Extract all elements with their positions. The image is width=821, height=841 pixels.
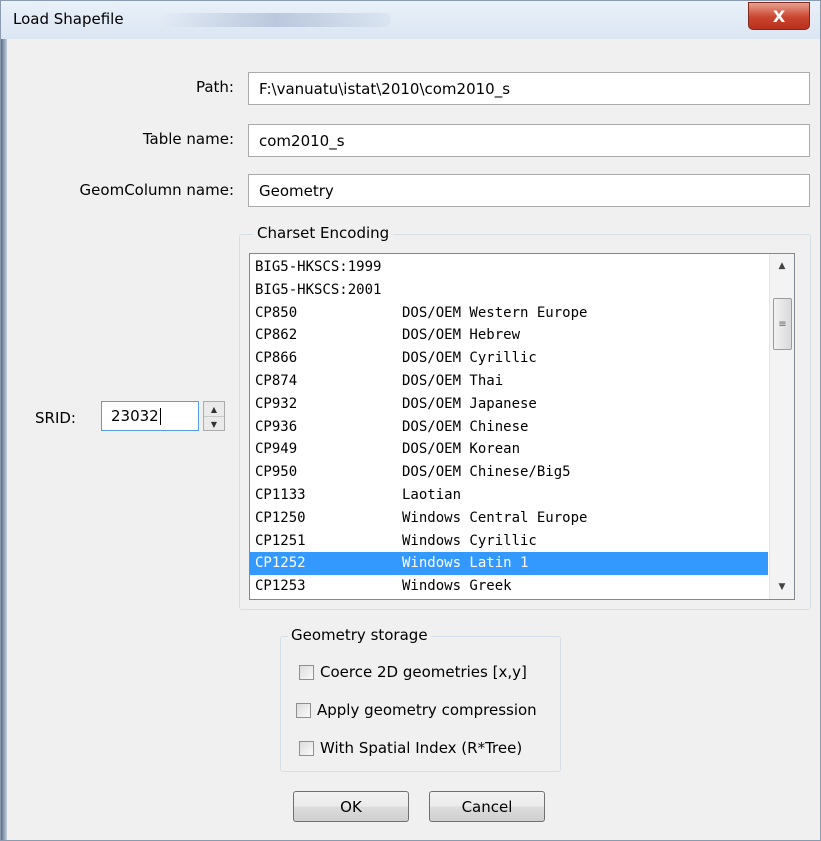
charset-code: CP949 (255, 441, 298, 458)
charset-code: BIG5-HKSCS:2001 (255, 281, 382, 298)
spatial-index-checkbox[interactable] (299, 740, 314, 756)
charset-code: CP936 (255, 418, 298, 435)
charset-description: DOS/OEM Hebrew (402, 327, 521, 344)
charset-description: DOS/OEM Chinese (402, 418, 529, 435)
srid-spinner[interactable]: ▲ ▼ (203, 401, 225, 431)
charset-code: CP1251 (255, 532, 306, 549)
charset-description: Windows Cyrillic (402, 532, 537, 549)
title-bar[interactable]: Load Shapefile X (1, 1, 820, 40)
table-name-label: Table name: (142, 130, 234, 148)
table-name-field[interactable]: com2010_s (248, 124, 810, 157)
charset-item[interactable]: CP866 DOS/OEM Cyrillic (250, 347, 768, 370)
charset-item[interactable]: CP1252 Windows Latin 1 (250, 552, 768, 576)
charset-description (402, 256, 768, 279)
charset-code: BIG5-HKSCS:1999 (255, 259, 382, 275)
charset-code: CP1250 (255, 509, 306, 526)
charset-item[interactable]: BIG5-HKSCS:1999 (250, 256, 768, 279)
compression-checkbox-row[interactable]: Apply geometry compression (296, 701, 537, 719)
charset-code: CP932 (255, 395, 298, 412)
charset-code: CP1252 (255, 555, 306, 572)
charset-description: Windows Latin 1 (402, 555, 529, 572)
charset-description: DOS/OEM Japanese (402, 395, 537, 412)
close-button[interactable]: X (748, 2, 810, 30)
ok-button[interactable]: OK (293, 791, 409, 822)
compression-checkbox[interactable] (296, 702, 311, 718)
charset-description: Windows Greek (402, 578, 512, 595)
path-value: F:\vanuatu\istat\2010\com2010_s (259, 79, 511, 98)
charset-item[interactable]: CP874 DOS/OEM Thai (250, 370, 768, 393)
triangle-down-icon[interactable]: ▼ (770, 575, 794, 599)
charset-encoding-title: Charset Encoding (253, 224, 394, 242)
charset-description: DOS/OEM Western Europe (402, 304, 588, 321)
charset-description: Windows Turkish (402, 598, 768, 599)
scrollbar-thumb[interactable]: ≡ (773, 298, 792, 350)
srid-value: 23032 (111, 407, 159, 425)
charset-item[interactable]: CP1250 Windows Central Europe (250, 507, 768, 530)
charset-code: CP866 (255, 350, 298, 367)
geom-column-value: Geometry (259, 181, 334, 200)
charset-item[interactable]: CP1133 Laotian (250, 484, 768, 507)
table-name-value: com2010_s (259, 131, 345, 150)
charset-item[interactable]: CP850 DOS/OEM Western Europe (250, 302, 768, 325)
close-icon: X (772, 6, 786, 26)
charset-scrollbar[interactable]: ▲ ≡ ▼ (769, 254, 794, 599)
charset-code: CP874 (255, 372, 298, 389)
spin-up-icon[interactable]: ▲ (204, 402, 224, 417)
charset-description: DOS/OEM Thai (402, 372, 504, 389)
charset-item[interactable]: CP932 DOS/OEM Japanese (250, 393, 768, 416)
geometry-storage-title: Geometry storage (288, 626, 431, 644)
charset-listbox[interactable]: BIG5-HKSCS:1999 BIG5-HKSCS:2001 CP850 DOS/O… (249, 253, 795, 600)
charset-description: Laotian (402, 486, 462, 503)
charset-item[interactable]: CP950 DOS/OEM Chinese/Big5 (250, 461, 768, 484)
geom-column-field[interactable]: Geometry (248, 174, 810, 207)
triangle-up-icon[interactable]: ▲ (770, 254, 794, 278)
charset-description: DOS/OEM Cyrillic (402, 350, 537, 367)
charset-description: Windows Central Europe (402, 509, 588, 526)
charset-description: DOS/OEM Korean (402, 441, 521, 458)
charset-item[interactable]: CP1254Windows Turkish (250, 598, 768, 599)
spatial-index-checkbox-row[interactable]: With Spatial Index (R*Tree) (299, 739, 522, 757)
charset-item[interactable]: BIG5-HKSCS:2001 (250, 279, 768, 302)
charset-code: CP1253 (255, 578, 306, 595)
coerce-2d-checkbox-row[interactable]: Coerce 2D geometries [x,y] (299, 663, 527, 681)
path-label: Path: (195, 78, 234, 96)
charset-item[interactable]: CP1251 Windows Cyrillic (250, 530, 768, 553)
charset-item[interactable]: CP1253 Windows Greek (250, 575, 768, 598)
charset-code: CP1133 (255, 486, 306, 503)
cancel-button[interactable]: Cancel (429, 791, 545, 822)
compression-label: Apply geometry compression (317, 701, 537, 719)
charset-description: DOS/OEM Chinese/Big5 (402, 464, 571, 481)
charset-code: CP850 (255, 304, 298, 321)
charset-code: CP950 (255, 464, 298, 481)
spatial-index-label: With Spatial Index (R*Tree) (320, 739, 523, 757)
coerce-2d-checkbox[interactable] (299, 664, 314, 680)
srid-label: SRID: (35, 409, 76, 427)
text-caret (159, 407, 161, 425)
charset-code: CP862 (255, 327, 298, 344)
window-title: Load Shapefile (13, 10, 124, 28)
path-field[interactable]: F:\vanuatu\istat\2010\com2010_s (248, 72, 810, 105)
spin-down-icon[interactable]: ▼ (204, 417, 224, 431)
charset-item[interactable]: CP862 DOS/OEM Hebrew (250, 324, 768, 347)
charset-code: CP1254 (250, 598, 402, 599)
geom-column-label: GeomColumn name: (79, 181, 234, 199)
srid-input[interactable]: 23032 (101, 401, 199, 431)
charset-item[interactable]: CP936 DOS/OEM Chinese (250, 416, 768, 439)
coerce-2d-label: Coerce 2D geometries [x,y] (320, 663, 527, 681)
charset-item[interactable]: CP949 DOS/OEM Korean (250, 438, 768, 461)
load-shapefile-dialog: Load Shapefile X Path: F:\vanuatu\istat\… (0, 0, 821, 841)
grip-icon: ≡ (778, 318, 787, 330)
charset-description (402, 279, 768, 302)
title-path-blur (161, 13, 391, 27)
charset-list: BIG5-HKSCS:1999 BIG5-HKSCS:2001 CP850 DOS/O… (250, 256, 768, 599)
